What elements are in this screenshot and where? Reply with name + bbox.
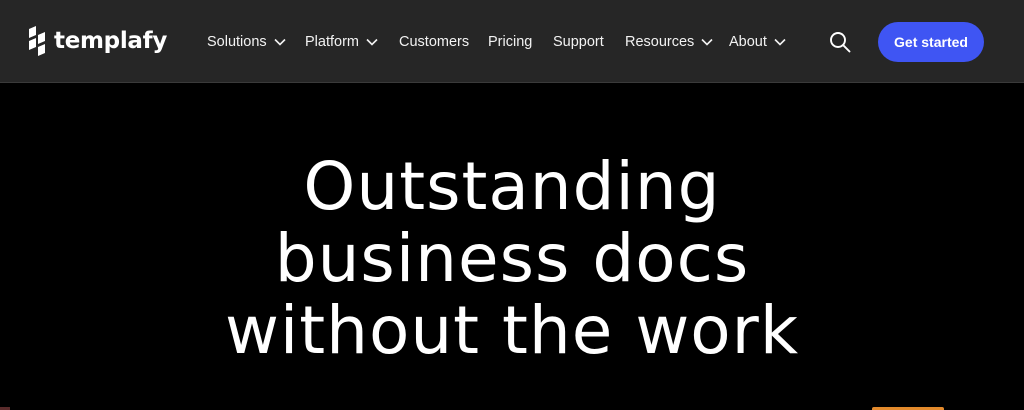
get-started-button[interactable]: Get started: [878, 22, 984, 62]
nav-item-platform[interactable]: Platform: [305, 31, 378, 53]
nav-item-solutions[interactable]: Solutions: [207, 31, 286, 53]
chevron-down-icon: [366, 38, 378, 46]
hero-title-line: Outstanding: [303, 148, 721, 225]
nav-item-about[interactable]: About: [729, 31, 786, 53]
nav-item-customers[interactable]: Customers: [399, 31, 469, 53]
chevron-down-icon: [274, 38, 286, 46]
nav-item-support[interactable]: Support: [553, 31, 604, 53]
main-nav: Solutions Platform Customers Pricing Sup…: [0, 0, 1024, 83]
nav-item-label: Pricing: [488, 34, 533, 50]
nav-item-label: Support: [553, 34, 604, 50]
nav-item-label: About: [729, 34, 767, 50]
nav-item-pricing[interactable]: Pricing: [488, 31, 532, 53]
search-button[interactable]: [829, 31, 851, 53]
hero-section: Outstanding business docs without the wo…: [0, 84, 1024, 410]
nav-item-label: Solutions: [207, 34, 267, 50]
top-navigation-bar: templafy Solutions Platform Customers Pr…: [0, 0, 1024, 83]
search-icon: [830, 32, 851, 53]
hero-title-line: business docs: [274, 220, 750, 297]
hero-title: Outstanding business docs without the wo…: [0, 151, 1024, 367]
hero-title-line: without the work: [224, 292, 800, 369]
nav-item-label: Customers: [399, 34, 470, 50]
nav-item-label: Platform: [305, 34, 359, 50]
chevron-down-icon: [701, 38, 713, 46]
chevron-down-icon: [774, 38, 786, 46]
nav-item-resources[interactable]: Resources: [625, 31, 713, 53]
nav-item-label: Resources: [625, 34, 695, 50]
